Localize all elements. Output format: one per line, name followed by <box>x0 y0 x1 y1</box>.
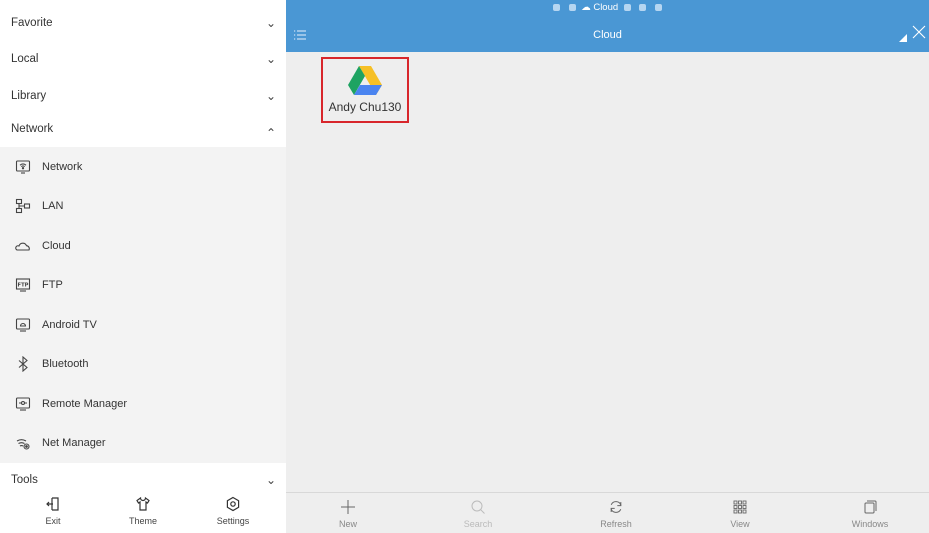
sidebar-item-label: LAN <box>42 200 64 213</box>
sidebar-item-network[interactable]: Network <box>0 147 286 187</box>
remote-manager-icon <box>15 397 31 411</box>
plus-icon <box>341 500 355 514</box>
section-local[interactable]: Local ⌄ <box>0 41 286 77</box>
sidebar-item-label: Bluetooth <box>42 358 89 371</box>
google-drive-icon <box>348 66 382 95</box>
settings-button[interactable]: Settings <box>198 490 268 526</box>
chevron-down-icon: ⌄ <box>265 52 276 66</box>
sidebar-item-remote-manager[interactable]: Remote Manager <box>0 384 286 424</box>
view-label: View <box>730 519 750 529</box>
section-label: Tools <box>11 473 38 486</box>
theme-button[interactable]: Theme <box>108 490 178 526</box>
sidebar-item-label: FTP <box>42 279 63 292</box>
home-icon <box>552 3 560 11</box>
cloud-icon <box>15 242 30 251</box>
sidebar-item-label: Network <box>42 160 83 173</box>
item-name: Andy Chu130 <box>328 100 402 114</box>
bottom-toolbar: New Search Refresh View Windows <box>286 492 929 533</box>
gear-icon <box>226 496 240 512</box>
exit-icon <box>46 497 59 511</box>
section-label: Network <box>11 123 54 135</box>
new-label: New <box>338 519 357 529</box>
user-icon <box>639 3 647 11</box>
page-title: Cloud <box>593 29 622 41</box>
theme-label: Theme <box>128 516 157 526</box>
sidebar-item-cloud[interactable]: Cloud <box>0 226 286 266</box>
net-manager-icon <box>16 439 30 450</box>
exit-label: Exit <box>45 516 61 526</box>
svg-text:FTP: FTP <box>18 283 29 289</box>
refresh-label: Refresh <box>600 519 632 529</box>
bluetooth-icon <box>18 356 28 373</box>
search-icon <box>471 500 485 514</box>
windows-button[interactable]: Windows <box>830 493 910 533</box>
section-favorite[interactable]: Favorite ⌄ <box>0 5 286 41</box>
chevron-down-icon: ⌄ <box>265 16 276 30</box>
new-button[interactable]: New <box>308 493 388 533</box>
search-button[interactable]: Search <box>438 493 518 533</box>
sidebar-item-label: Android TV <box>42 318 97 331</box>
sidebar-item-lan[interactable]: LAN <box>0 187 286 227</box>
network-sublist: Network LAN Cloud FTP FTP Android TV Blu… <box>0 147 286 463</box>
chevron-down-icon: ⌄ <box>265 472 276 487</box>
windows-label: Windows <box>851 519 889 529</box>
lan-icon <box>15 199 31 214</box>
cloud-account-item[interactable]: Andy Chu130 <box>321 57 409 123</box>
sidebar: Favorite ⌄ Local ⌄ Library ⌄ Network ⌃ N… <box>0 0 286 533</box>
wifi-monitor-icon <box>15 160 31 174</box>
title-bar: Cloud <box>286 19 929 52</box>
section-label: Local <box>11 53 39 65</box>
chevron-up-icon: ⌃ <box>265 125 276 140</box>
sidebar-bottom-bar: Exit Theme Settings <box>0 490 286 533</box>
status-center: ☁ Cloud <box>286 2 929 13</box>
section-network[interactable]: Network ⌃ <box>0 111 286 147</box>
sidebar-item-label: Remote Manager <box>42 397 127 410</box>
cloud-small-icon <box>568 3 576 11</box>
sidebar-item-net-manager[interactable]: Net Manager <box>0 424 286 464</box>
view-button[interactable]: View <box>700 493 780 533</box>
cloud-status-icon: ☁ <box>581 2 591 13</box>
section-label: Favorite <box>11 17 53 29</box>
search-label: Search <box>463 519 493 529</box>
sidebar-item-label: Net Manager <box>42 437 106 450</box>
section-library[interactable]: Library ⌄ <box>0 78 286 114</box>
close-icon[interactable] <box>912 24 926 40</box>
chevron-down-icon: ⌄ <box>265 89 276 103</box>
refresh-icon <box>610 501 622 513</box>
section-label: Library <box>11 90 47 102</box>
file-grid: Andy Chu130 <box>286 52 929 492</box>
tablet-icon <box>655 3 663 11</box>
android-tv-icon <box>15 318 31 332</box>
windows-icon <box>864 500 877 514</box>
refresh-button[interactable]: Refresh <box>576 493 656 533</box>
sidebar-item-bluetooth[interactable]: Bluetooth <box>0 345 286 385</box>
chat-icon <box>623 3 631 11</box>
tshirt-icon <box>136 496 150 511</box>
main-panel: ☁ Cloud Cloud Andy Chu130 New Search Ref… <box>286 0 929 533</box>
ftp-icon: FTP <box>15 278 31 292</box>
resize-corner-icon[interactable] <box>899 34 907 42</box>
settings-label: Settings <box>216 516 250 526</box>
sidebar-item-android-tv[interactable]: Android TV <box>0 305 286 345</box>
status-bar: ☁ Cloud <box>286 0 929 19</box>
grid-view-icon <box>733 500 747 514</box>
sidebar-item-ftp[interactable]: FTP FTP <box>0 266 286 306</box>
sidebar-item-label: Cloud <box>42 239 71 252</box>
exit-button[interactable]: Exit <box>18 490 88 526</box>
status-text: Cloud <box>593 2 619 13</box>
